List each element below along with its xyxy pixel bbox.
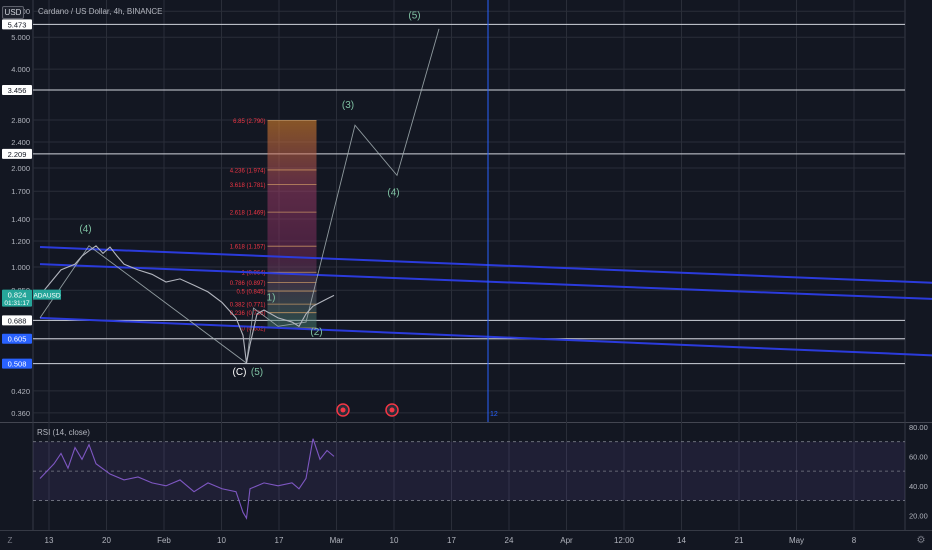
time-axis-label: 17 (447, 536, 456, 545)
time-axis-label: 12:00 (614, 536, 635, 545)
price-axis-label: 1.200 (11, 237, 30, 246)
wave-label: (4) (79, 224, 91, 235)
price-axis-label: 5.000 (11, 33, 30, 42)
price-axis-label: 2.000 (11, 164, 30, 173)
fib-level-label: 0.786 (0.897) (230, 281, 266, 287)
price-axis-label: 0.360 (11, 409, 30, 418)
wave-label: (C) (233, 367, 247, 378)
price-axis-label: 4.000 (11, 65, 30, 74)
wave-label: (3) (342, 100, 354, 111)
wave-label: (5) (408, 11, 420, 22)
fib-level-label: 6.85 (2.790) (233, 119, 265, 125)
time-axis-label: 20 (102, 536, 111, 545)
price-axis-label: 2.800 (11, 116, 30, 125)
time-axis-label: May (789, 536, 804, 545)
settings-gear-icon[interactable]: ⚙ (914, 534, 928, 548)
time-axis-label: 13 (45, 536, 54, 545)
time-axis-label: 14 (677, 536, 686, 545)
wave-label: (4) (387, 188, 399, 199)
rsi-axis-label: 60.00 (909, 452, 928, 461)
symbol-title: Cardano / US Dollar, 4h, BINANCE (38, 7, 163, 16)
event-flag-dot (340, 407, 346, 413)
price-axis-label: 0.420 (11, 387, 30, 396)
price-label-text: 5.473 (8, 20, 27, 29)
chart-root: 1320Feb1017Mar101724Apr12:001421May86.00… (0, 0, 932, 550)
fib-level-label: 4.236 (1.974) (230, 168, 266, 174)
wave-label: (5) (251, 367, 263, 378)
currency-button[interactable]: USD (2, 6, 24, 19)
rsi-axis-label: 40.00 (909, 482, 928, 491)
price-axis-label: 2.400 (11, 138, 30, 147)
timezone-icon[interactable]: Z (3, 535, 17, 547)
time-axis-label: Apr (560, 536, 573, 545)
chart-canvas[interactable]: 1320Feb1017Mar101724Apr12:001421May86.00… (0, 0, 932, 550)
fib-level-label: 3.618 (1.781) (230, 183, 266, 189)
price-label-text: 0.605 (8, 335, 27, 344)
rsi-axis-label: 20.00 (909, 511, 928, 520)
rsi-indicator-label[interactable]: RSI (14, close) (37, 428, 90, 437)
rsi-axis-label: 80.00 (909, 423, 928, 432)
price-axis-label: 1.400 (11, 215, 30, 224)
event-flag-dot (389, 407, 395, 413)
time-axis-label: 10 (217, 536, 226, 545)
price-label-text: 0.508 (8, 360, 27, 369)
price-label-text: 2.209 (8, 150, 27, 159)
wave-label: (2) (310, 327, 322, 338)
time-axis-label: 10 (390, 536, 399, 545)
time-axis-label: 17 (275, 536, 284, 545)
price-axis-label: 1.700 (11, 187, 30, 196)
price-label-text: 0.688 (8, 316, 27, 325)
time-axis-label: 8 (852, 536, 857, 545)
wave-label: 1) (267, 293, 276, 304)
price-label-countdown: 01:31:17 (4, 300, 30, 307)
rsi-band-fill (33, 441, 905, 501)
time-axis-label: 21 (735, 536, 744, 545)
price-label-text: 3.456 (8, 86, 27, 95)
fib-level-label: 0.5 (0.845) (236, 290, 265, 296)
fib-level-label: 1.618 (1.157) (230, 245, 266, 251)
time-axis-label: Mar (330, 536, 344, 545)
time-axis-label: Feb (157, 536, 171, 545)
fib-level-label: 0.382 (0.771) (230, 303, 266, 309)
fib-level-label: 2.618 (1.469) (230, 211, 266, 217)
symbol-price-tag-text: ADAUSD (33, 293, 60, 300)
price-axis-label: 1.000 (11, 263, 30, 272)
price-label-text: 0.824 (8, 291, 27, 300)
vertical-marker-label: 12 (490, 411, 498, 418)
time-axis-label: 24 (505, 536, 514, 545)
